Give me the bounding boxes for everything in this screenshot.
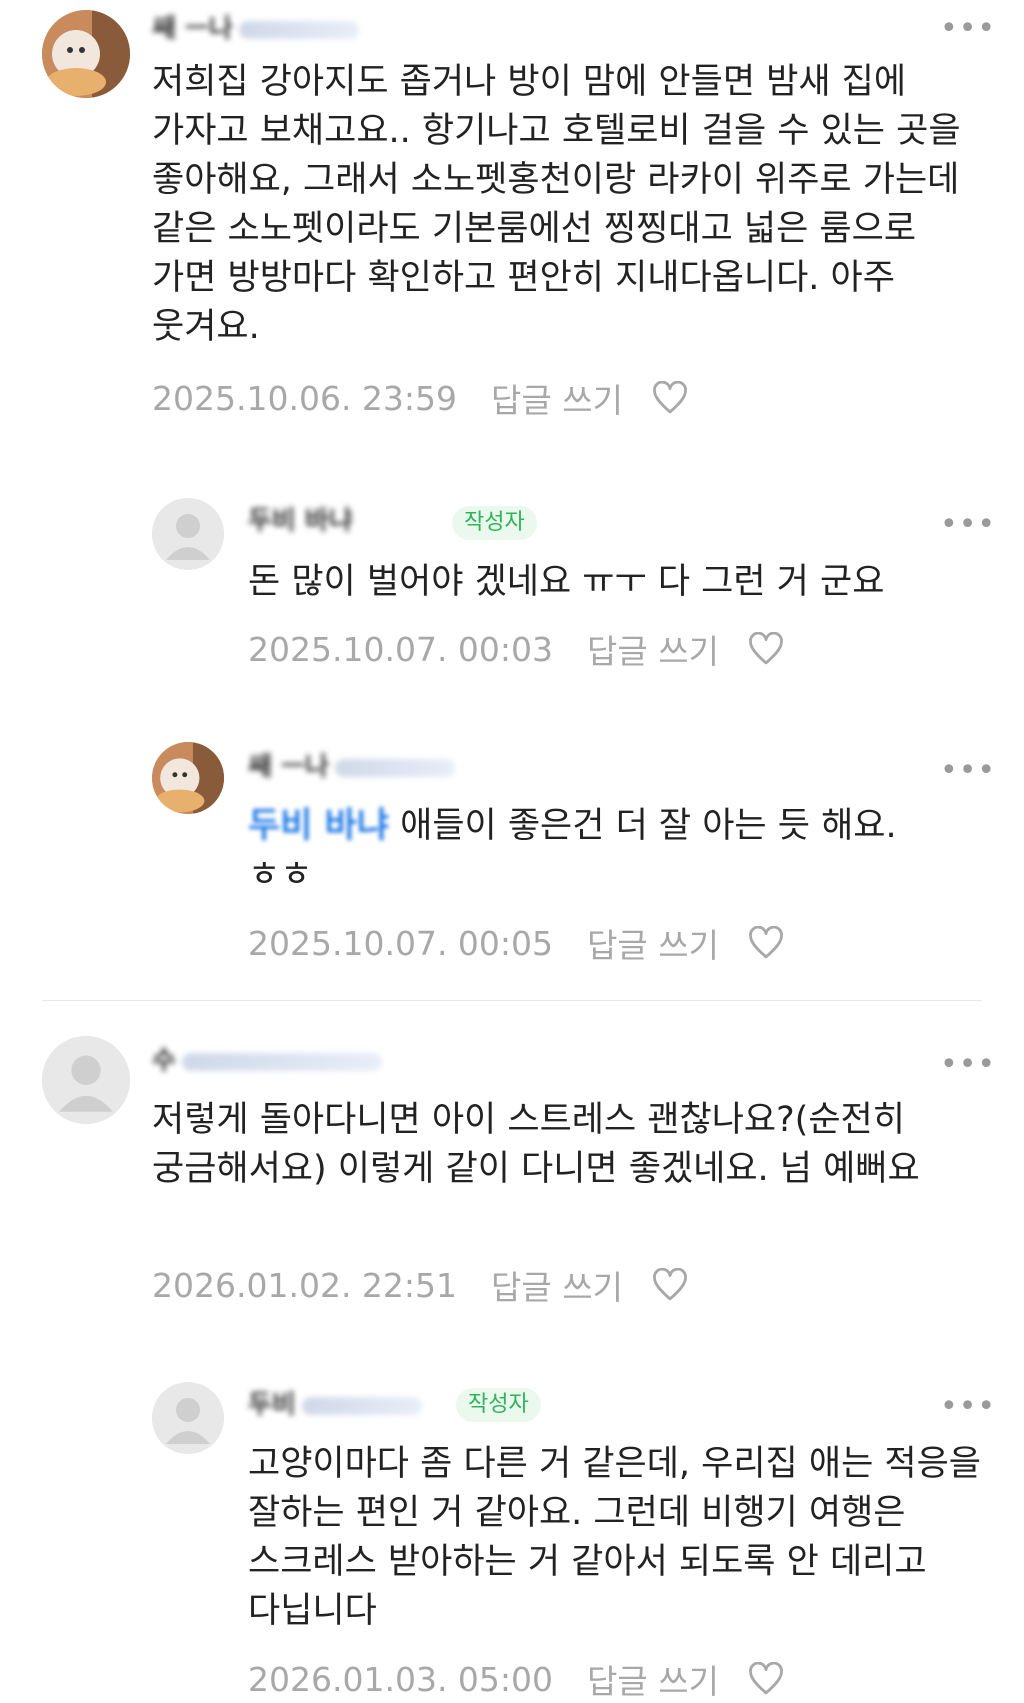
- name-redaction: [301, 1396, 422, 1415]
- author-name[interactable]: 쌔 ㅡ나: [248, 746, 455, 782]
- heart-icon[interactable]: [747, 632, 785, 666]
- author-name-text: 쌔 ㅡ나: [248, 752, 329, 782]
- author-name-text: 수: [152, 1046, 176, 1076]
- comment-meta: 2025.10.07. 00:05 답글 쓰기: [248, 919, 785, 967]
- author-name-text: 쌔 ㅡ나: [152, 14, 233, 44]
- comment-text: 저렇게 돌아다니면 아이 스트레스 괜찮나요?(순전히 궁금해서요) 이렇게 같…: [152, 1100, 920, 1189]
- author-name[interactable]: 쌔 ㅡ나: [152, 8, 359, 44]
- more-options-icon[interactable]: •••: [940, 510, 995, 540]
- avatar[interactable]: [152, 1382, 224, 1454]
- name-redaction: [334, 758, 455, 777]
- more-options-icon[interactable]: •••: [940, 1392, 995, 1422]
- default-avatar-icon: [42, 1036, 130, 1124]
- comment-text: 고양이마다 좀 다른 거 같은데, 우리집 애는 적응을 잘하는 편인 거 같아…: [248, 1444, 982, 1631]
- comment-text: 돈 많이 벌어야 겠네요 ㅠㅜ 다 그런 거 군요: [248, 562, 885, 602]
- comment-date: 2026.01.02. 22:51: [152, 1265, 458, 1305]
- heart-icon[interactable]: [747, 1662, 785, 1696]
- heart-icon[interactable]: [747, 926, 785, 960]
- heart-icon[interactable]: [651, 1268, 689, 1302]
- name-redaction: [238, 20, 359, 39]
- author-name[interactable]: 두비 바냐: [248, 500, 353, 536]
- comment-text: 저희집 강아지도 좁거나 방이 맘에 안들면 밤새 집에 가자고 보채고요.. …: [152, 62, 961, 347]
- comment-date: 2025.10.07. 00:03: [248, 629, 554, 669]
- pet-photo-icon: [42, 10, 130, 98]
- reply-button[interactable]: 답글 쓰기: [491, 1261, 623, 1309]
- reply-button[interactable]: 답글 쓰기: [587, 625, 719, 673]
- default-avatar-icon: [152, 1382, 224, 1454]
- more-options-icon[interactable]: •••: [940, 14, 995, 44]
- reply-button[interactable]: 답글 쓰기: [587, 1655, 719, 1703]
- comment-text: 두비 바냐 애들이 좋은건 더 잘 아는 듯 해요. ㅎㅎ: [248, 802, 968, 900]
- name-redaction: [181, 1052, 382, 1071]
- author-name-text: 두비: [248, 1390, 296, 1420]
- pet-photo-icon: [152, 742, 224, 814]
- comment-meta: 2025.10.06. 23:59 답글 쓰기: [152, 374, 689, 422]
- more-options-icon[interactable]: •••: [940, 1050, 995, 1080]
- default-avatar-icon: [152, 498, 224, 570]
- reply-button[interactable]: 답글 쓰기: [587, 919, 719, 967]
- divider: [42, 1000, 982, 1001]
- comment-meta: 2025.10.07. 00:03 답글 쓰기: [248, 625, 785, 673]
- author-name-text: 두비 바냐: [248, 506, 353, 536]
- comment-meta: 2026.01.02. 22:51 답글 쓰기: [152, 1261, 689, 1309]
- author-name[interactable]: 수: [152, 1040, 382, 1076]
- avatar[interactable]: [152, 742, 224, 814]
- author-badge: 작성자: [456, 1388, 541, 1422]
- comment-date: 2026.01.03. 05:00: [248, 1659, 554, 1699]
- avatar[interactable]: [42, 1036, 130, 1124]
- comment-meta: 2026.01.03. 05:00 답글 쓰기: [248, 1655, 785, 1703]
- comment-date: 2025.10.06. 23:59: [152, 378, 458, 418]
- heart-icon[interactable]: [651, 381, 689, 415]
- author-name[interactable]: 두비: [248, 1384, 422, 1420]
- more-options-icon[interactable]: •••: [940, 756, 995, 786]
- avatar[interactable]: [42, 10, 130, 98]
- reply-button[interactable]: 답글 쓰기: [491, 374, 623, 422]
- avatar[interactable]: [152, 498, 224, 570]
- comment-date: 2025.10.07. 00:05: [248, 923, 554, 963]
- author-badge: 작성자: [452, 506, 537, 540]
- mention-link[interactable]: 두비 바냐: [248, 806, 389, 846]
